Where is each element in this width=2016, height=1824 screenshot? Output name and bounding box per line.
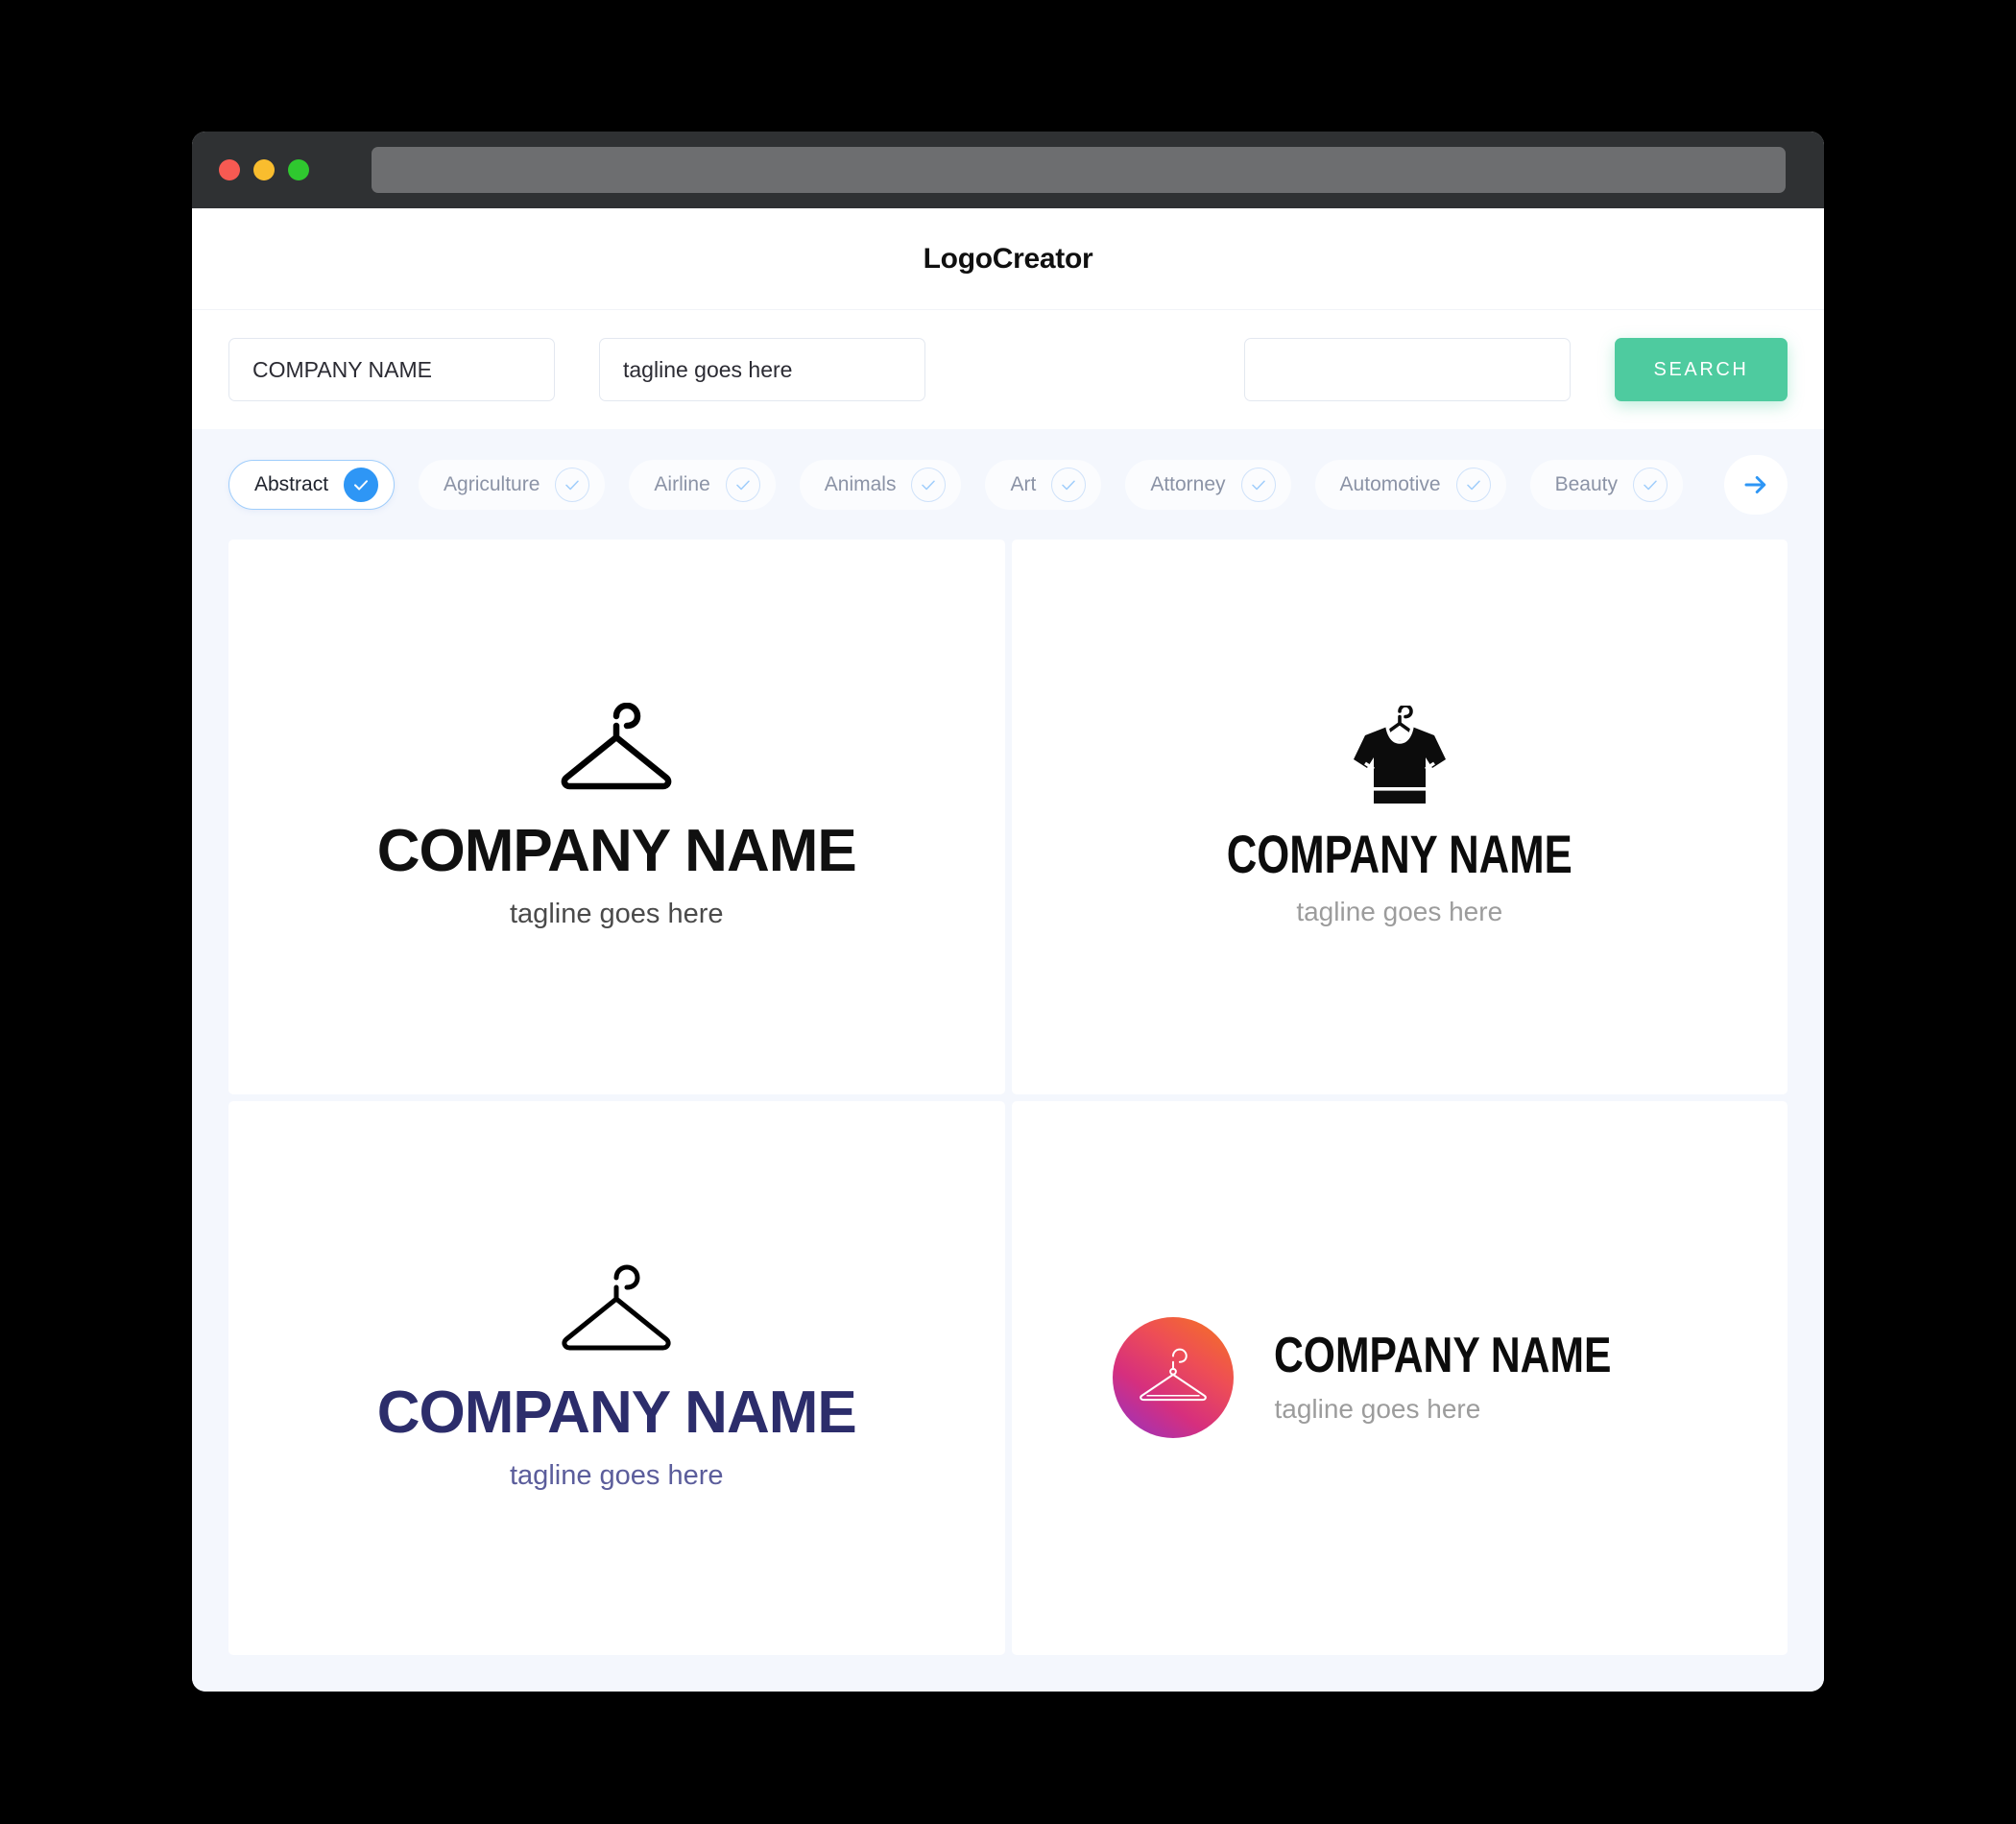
logo-tagline: tagline goes here — [510, 1459, 724, 1491]
logo-tagline: tagline goes here — [1296, 897, 1503, 927]
search-toolbar: SEARCH — [192, 309, 1824, 429]
arrow-right-icon — [1744, 475, 1766, 493]
category-chip-label: Airline — [654, 472, 710, 495]
company-name-input[interactable] — [228, 338, 555, 401]
category-chip-abstract[interactable]: Abstract — [228, 459, 396, 510]
category-chip-beauty[interactable]: Beauty — [1529, 459, 1683, 510]
category-next-arrow-button[interactable] — [1724, 454, 1788, 515]
logo-company-name: COMPANY NAME — [376, 818, 857, 885]
category-chip-art[interactable]: Art — [985, 459, 1102, 510]
logo-company-name: COMPANY NAME — [1274, 1328, 1612, 1384]
check-icon — [725, 467, 760, 502]
category-chip-label: Agriculture — [444, 472, 540, 495]
logo-tagline: tagline goes here — [1274, 1394, 1481, 1425]
category-chip-label: Attorney — [1150, 472, 1226, 495]
check-icon — [1051, 467, 1087, 502]
app-header: LogoCreator — [192, 208, 1824, 309]
category-chip-agriculture[interactable]: Agriculture — [419, 459, 606, 510]
category-chip-label: Animals — [824, 472, 897, 495]
page-title: LogoCreator — [923, 242, 1093, 275]
minimize-window-icon[interactable] — [253, 159, 275, 180]
check-icon — [1633, 467, 1668, 502]
check-icon — [555, 467, 590, 502]
check-icon — [1240, 467, 1276, 502]
category-chip-attorney[interactable]: Attorney — [1125, 459, 1291, 510]
category-chip-airline[interactable]: Airline — [629, 459, 776, 510]
category-chip-label: Beauty — [1554, 472, 1618, 495]
category-chip-automotive[interactable]: Automotive — [1314, 459, 1506, 510]
close-window-icon[interactable] — [219, 159, 240, 180]
logo-card[interactable]: COMPANY NAME tagline goes here — [1011, 1100, 1788, 1655]
category-chip-label: Abstract — [254, 472, 329, 495]
browser-titlebar — [192, 132, 1824, 208]
logo-card[interactable]: COMPANY NAME tagline goes here — [228, 1100, 1005, 1655]
logo-card[interactable]: COMPANY NAME tagline goes here — [1011, 540, 1788, 1094]
logo-results-grid: COMPANY NAME tagline goes here COMPANY N… — [192, 540, 1824, 1692]
maximize-window-icon[interactable] — [288, 159, 309, 180]
clothes-hanger-outline-icon — [555, 1264, 678, 1360]
logo-card[interactable]: COMPANY NAME tagline goes here — [228, 540, 1005, 1094]
category-chip-label: Art — [1010, 472, 1037, 495]
window-controls — [219, 159, 309, 180]
check-icon — [344, 467, 379, 502]
category-filter-row[interactable]: Abstract Agriculture Airline Animals Art — [192, 429, 1824, 540]
tagline-input[interactable] — [599, 338, 925, 401]
logo-tagline: tagline goes here — [510, 899, 724, 930]
url-bar[interactable] — [372, 147, 1786, 193]
clothes-hanger-outline-icon — [555, 703, 678, 799]
gradient-circle-hanger-icon — [1113, 1317, 1235, 1439]
logo-company-name: COMPANY NAME — [376, 1379, 857, 1446]
check-icon — [911, 467, 947, 502]
category-chip-animals[interactable]: Animals — [799, 459, 962, 510]
keyword-input[interactable] — [1244, 338, 1571, 401]
logo-company-name: COMPANY NAME — [1226, 824, 1572, 885]
category-chip-label: Automotive — [1339, 472, 1441, 495]
tshirt-on-hanger-icon — [1342, 704, 1457, 810]
search-button[interactable]: SEARCH — [1615, 338, 1788, 401]
check-icon — [1455, 467, 1491, 502]
browser-window: LogoCreator SEARCH Abstract Agriculture … — [192, 132, 1824, 1692]
